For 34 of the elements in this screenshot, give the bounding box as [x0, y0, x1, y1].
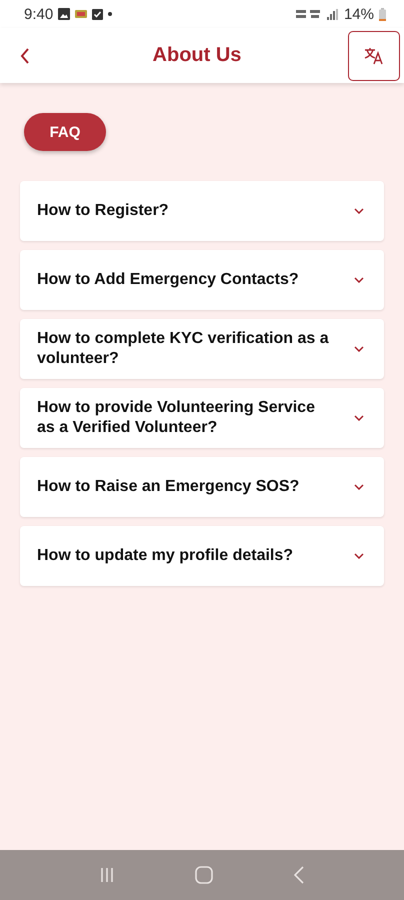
faq-button[interactable]: FAQ	[24, 113, 106, 151]
status-time: 9:40	[24, 6, 54, 22]
chevron-icon	[354, 415, 364, 421]
dot-icon	[108, 12, 112, 16]
home-icon[interactable]	[194, 866, 213, 884]
translate-icon	[364, 46, 384, 64]
notification-icon	[75, 10, 88, 18]
translate-button[interactable]	[348, 30, 400, 80]
faq-question: How to Add Emergency Contacts?	[37, 270, 300, 290]
faq-question: How to Register?	[37, 201, 170, 221]
faq-item[interactable]: How to update my profile details?	[20, 526, 384, 586]
signal-icon	[326, 8, 339, 20]
faq-question: How to update my profile details?	[37, 546, 294, 566]
gallery-icon	[58, 8, 70, 20]
checkbox-icon	[92, 8, 104, 20]
chevron-icon	[354, 277, 364, 283]
faq-item[interactable]: How to Raise an Emergency SOS?	[20, 457, 384, 517]
faq-item[interactable]: How to Add Emergency Contacts?	[20, 250, 384, 310]
faq-question: How to complete KYC verification as a volunteer?	[37, 329, 330, 369]
faq-question: How to provide Volunteering Service as a Verified Volunteer?	[37, 398, 316, 438]
chevron-icon	[354, 346, 364, 352]
faq-question: How to Raise an Emergency SOS?	[37, 477, 300, 497]
faq-item[interactable]: How to provide Volunteering Service as a Verified Volunteer?	[20, 388, 384, 448]
battery-percent: 14%	[344, 6, 374, 22]
chevron-icon	[354, 208, 364, 214]
chevron-icon	[354, 553, 364, 559]
chevron-icon	[354, 484, 364, 490]
page-title: About Us	[152, 44, 242, 67]
faq-item[interactable]: How to Register?	[20, 181, 384, 241]
recent-apps-icon[interactable]	[100, 867, 114, 883]
back-icon	[20, 48, 30, 64]
battery-icon	[379, 8, 386, 20]
faq-item[interactable]: How to complete KYC verification as a volunteer?	[20, 319, 384, 379]
back-nav-icon[interactable]	[294, 866, 304, 884]
